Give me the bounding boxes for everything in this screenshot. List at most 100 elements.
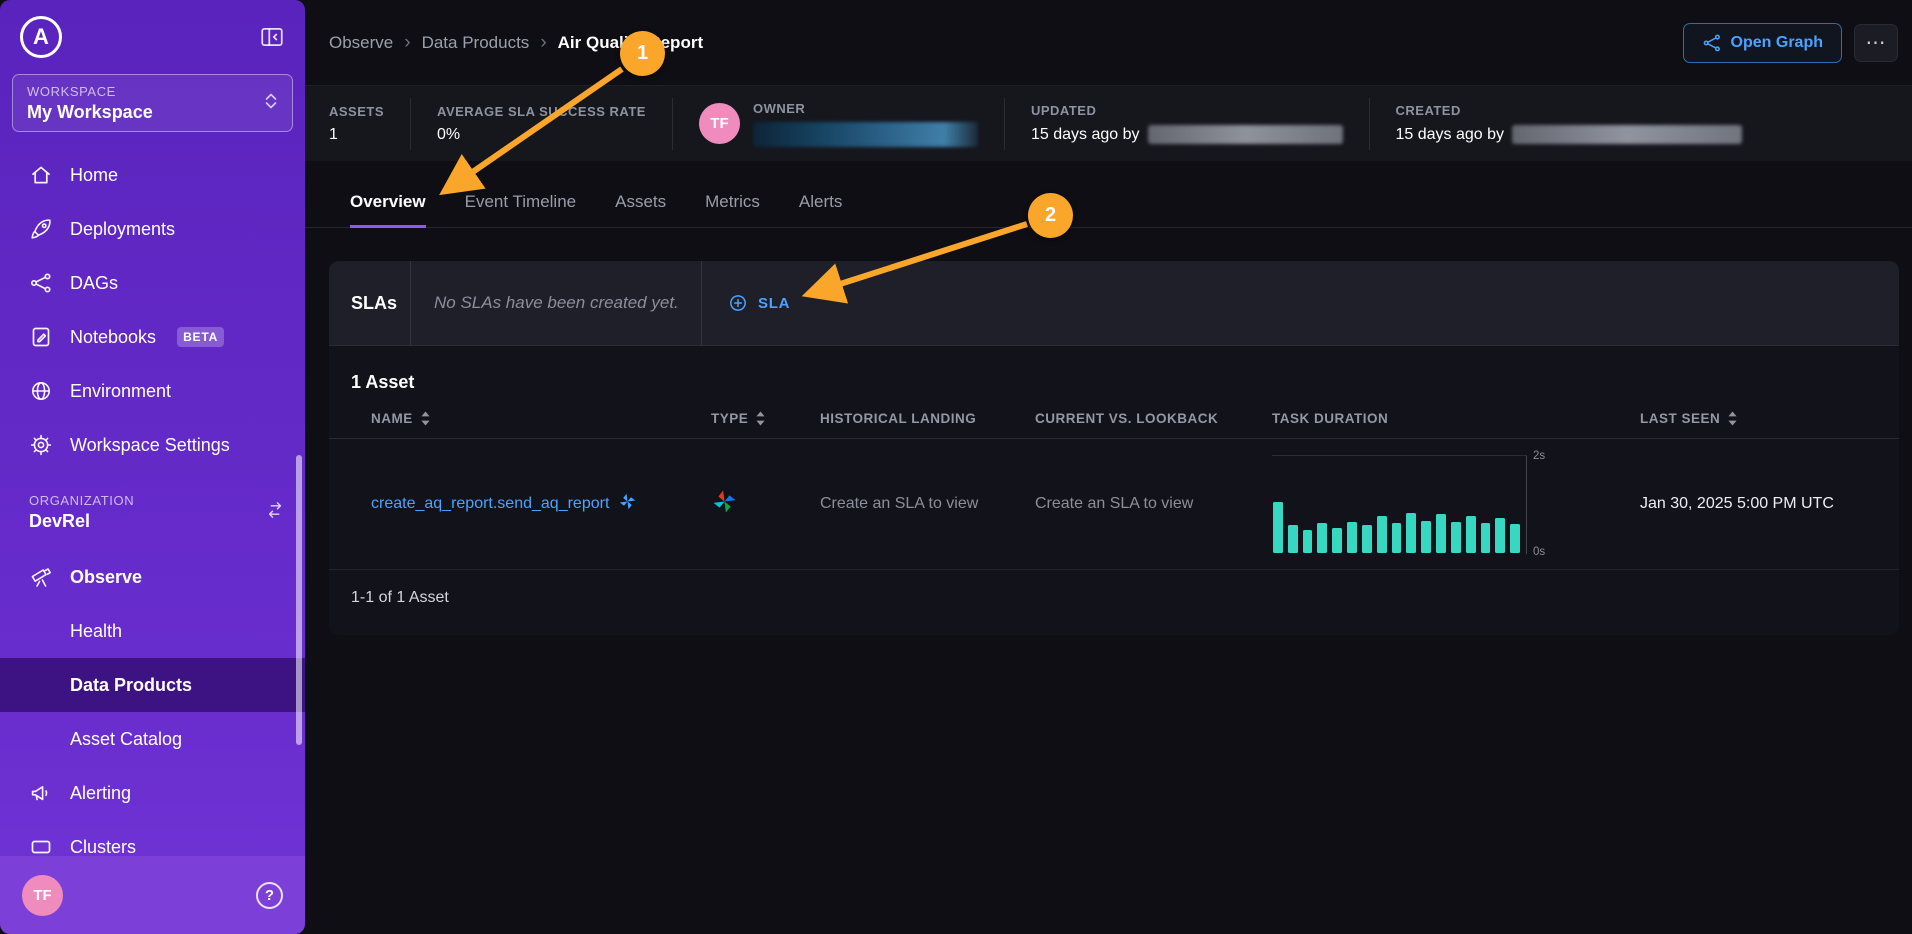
swap-organization-icon[interactable] (265, 500, 285, 525)
tab-event-timeline[interactable]: Event Timeline (465, 192, 577, 228)
stat-value: 1 (329, 126, 384, 144)
stat-label: ASSETS (329, 104, 384, 119)
more-options-button[interactable]: ⋯ (1854, 24, 1898, 62)
collapse-sidebar-button[interactable] (259, 24, 285, 50)
organization-selector[interactable]: ORGANIZATION DevRel (0, 488, 305, 536)
chevron-updown-icon (264, 92, 278, 115)
add-sla-button[interactable]: SLA (702, 261, 816, 345)
sla-section: SLAs No SLAs have been created yet. SLA (329, 261, 1899, 346)
duration-bar (1510, 524, 1520, 553)
duration-bar (1377, 516, 1387, 552)
sort-icon[interactable] (755, 411, 766, 426)
rocket-icon (29, 217, 53, 241)
sidebar-item-data-products[interactable]: Data Products (0, 658, 305, 712)
beta-badge: BETA (177, 327, 224, 347)
column-header-historical-landing: HISTORICAL LANDING (820, 411, 1035, 426)
sidebar-item-observe[interactable]: Observe (0, 550, 305, 604)
sidebar-item-workspace-settings[interactable]: Workspace Settings (0, 418, 305, 472)
sidebar-item-label: Clusters (70, 837, 136, 858)
historical-landing-cell: Create an SLA to view (820, 495, 1035, 513)
task-duration-chart: 2s 0s (1272, 455, 1572, 554)
sidebar-item-home[interactable]: Home (0, 148, 305, 202)
stat-value: 0% (437, 126, 646, 144)
last-seen-cell: Jan 30, 2025 5:00 PM UTC (1640, 495, 1879, 513)
workspace-name: My Workspace (27, 102, 153, 123)
open-graph-button[interactable]: Open Graph (1683, 23, 1842, 63)
dag-icon (29, 271, 53, 295)
airflow-pinwheel-icon (711, 488, 820, 520)
column-header-task-duration: TASK DURATION (1272, 411, 1640, 426)
column-header-type[interactable]: TYPE (711, 411, 820, 426)
chevron-right-icon (540, 32, 546, 54)
sort-icon[interactable] (1727, 411, 1738, 426)
task-duration-bars (1273, 468, 1520, 553)
duration-bar (1495, 518, 1505, 553)
sort-icon[interactable] (420, 411, 431, 426)
owner-avatar: TF (699, 103, 740, 144)
column-header-current-vs-lookback: CURRENT VS. LOOKBACK (1035, 411, 1272, 426)
duration-bar (1317, 523, 1327, 553)
add-sla-label: SLA (758, 295, 790, 312)
sidebar-scrollbar[interactable] (296, 455, 302, 745)
astronomer-logo-icon (20, 16, 62, 58)
tab-bar: Overview Event Timeline Assets Metrics A… (305, 181, 1912, 228)
stat-label: AVERAGE SLA SUCCESS RATE (437, 104, 646, 119)
sidebar-item-alerting[interactable]: Alerting (0, 766, 305, 820)
workspace-selector[interactable]: WORKSPACE My Workspace (12, 74, 293, 132)
observe-nav: Observe Health Data Products Asset Catal… (0, 550, 305, 874)
breadcrumb-data-products[interactable]: Data Products (422, 33, 530, 53)
open-graph-label: Open Graph (1731, 34, 1823, 52)
help-icon[interactable]: ? (256, 882, 283, 909)
sla-section-title: SLAs (329, 261, 410, 345)
stat-label: CREATED (1396, 103, 1743, 118)
stat-sla-success-rate: AVERAGE SLA SUCCESS RATE 0% (410, 98, 672, 150)
sidebar-item-label: Data Products (70, 675, 192, 696)
duration-bar (1273, 502, 1283, 553)
main-content: Observe Data Products Air Quality Report… (305, 0, 1912, 635)
sidebar-item-label: Notebooks (70, 327, 156, 348)
sidebar-item-deployments[interactable]: Deployments (0, 202, 305, 256)
globe-icon (29, 379, 53, 403)
assets-panel: 1 Asset NAME TYPE HISTORICAL LANDING CUR… (329, 346, 1899, 635)
redacted-created-by-name (1512, 125, 1742, 144)
breadcrumb-observe[interactable]: Observe (329, 33, 393, 53)
stat-value: 15 days ago by (1396, 126, 1505, 144)
tab-assets[interactable]: Assets (615, 192, 666, 228)
asset-name-link[interactable]: create_aq_report.send_aq_report (371, 495, 609, 513)
stats-bar: ASSETS 1 AVERAGE SLA SUCCESS RATE 0% TF … (305, 85, 1912, 161)
sidebar-item-label: Alerting (70, 783, 131, 804)
column-header-last-seen[interactable]: LAST SEEN (1640, 411, 1879, 426)
topbar: Observe Data Products Air Quality Report… (305, 0, 1912, 85)
duration-bar (1288, 525, 1298, 553)
sidebar-item-notebooks[interactable]: Notebooks BETA (0, 310, 305, 364)
sidebar-item-label: Home (70, 165, 118, 186)
sidebar-item-label: DAGs (70, 273, 118, 294)
duration-bar (1347, 522, 1357, 553)
task-duration-axis-labels: 2s 0s (1527, 455, 1545, 554)
sidebar-item-label: Deployments (70, 219, 175, 240)
tab-alerts[interactable]: Alerts (799, 192, 842, 228)
column-header-name[interactable]: NAME (371, 411, 711, 426)
stat-assets: ASSETS 1 (329, 98, 410, 150)
sidebar-item-asset-catalog[interactable]: Asset Catalog (0, 712, 305, 766)
home-icon (29, 163, 53, 187)
stat-label: UPDATED (1031, 103, 1343, 118)
stat-updated: UPDATED 15 days ago by (1004, 98, 1369, 150)
sidebar-item-environment[interactable]: Environment (0, 364, 305, 418)
sidebar: WORKSPACE My Workspace Home Deployments … (0, 0, 305, 934)
collapse-panel-icon (259, 24, 285, 50)
workspace-label: WORKSPACE (27, 84, 153, 99)
breadcrumb: Observe Data Products Air Quality Report (329, 32, 703, 54)
plus-circle-icon (728, 293, 748, 313)
tab-overview[interactable]: Overview (350, 192, 426, 228)
sidebar-item-label: Asset Catalog (70, 729, 182, 750)
user-avatar[interactable]: TF (22, 875, 63, 916)
tab-metrics[interactable]: Metrics (705, 192, 760, 228)
asset-count: 1 Asset (329, 346, 1899, 411)
megaphone-icon (29, 781, 53, 805)
axis-top-label: 2s (1533, 450, 1545, 462)
sidebar-item-dags[interactable]: DAGs (0, 256, 305, 310)
sidebar-item-label: Observe (70, 567, 142, 588)
table-header: NAME TYPE HISTORICAL LANDING CURRENT VS.… (329, 411, 1899, 439)
sidebar-item-health[interactable]: Health (0, 604, 305, 658)
